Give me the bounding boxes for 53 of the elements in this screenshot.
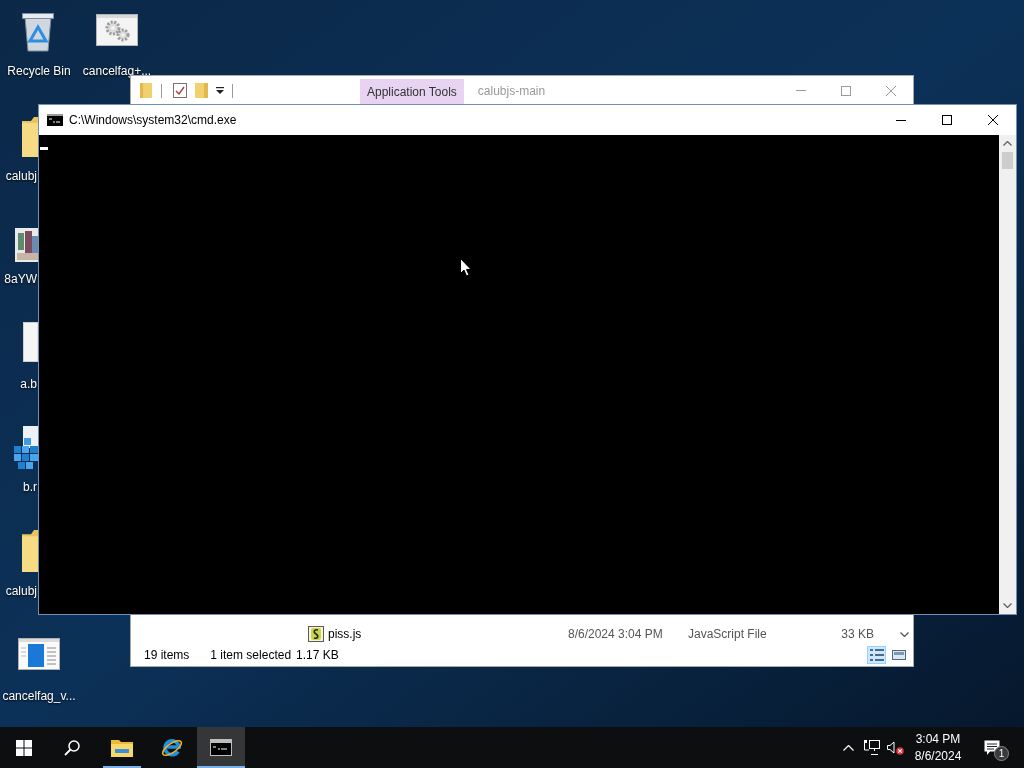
search-icon bbox=[64, 739, 80, 756]
scrollbar[interactable] bbox=[999, 135, 1016, 614]
date-modified: 8/6/2024 3:04 PM bbox=[568, 627, 663, 641]
file-type: JavaScript File bbox=[688, 627, 767, 641]
ribbon-tab[interactable]: Application Tools bbox=[360, 79, 464, 105]
close-icon bbox=[885, 85, 896, 96]
selection-size: 1.17 KB bbox=[296, 647, 339, 664]
window-title: C:\Windows\system32\cmd.exe bbox=[69, 112, 237, 129]
desktop-icon-label[interactable]: Recycle Bin bbox=[7, 64, 71, 78]
notification-badge: 1 bbox=[994, 746, 1009, 761]
volume-muted-icon bbox=[886, 740, 904, 755]
thumbnail-view-icon bbox=[890, 647, 907, 663]
gears-file-icon[interactable] bbox=[96, 14, 138, 46]
caret-icon[interactable] bbox=[216, 87, 224, 94]
clock-button[interactable]: 3:04 PM 8/6/2024 bbox=[906, 727, 970, 768]
maximize-icon bbox=[942, 115, 952, 125]
folder-icon[interactable] bbox=[22, 530, 38, 572]
details-view-icon bbox=[868, 647, 885, 663]
windows-logo-icon bbox=[16, 739, 32, 756]
desktop-icon-label[interactable]: calubj bbox=[5, 169, 37, 183]
close-icon bbox=[988, 115, 998, 125]
desktop-icon-label[interactable]: cancelfag+... bbox=[82, 64, 152, 78]
chevron-down-icon bbox=[1003, 603, 1012, 608]
chevron-down-icon bbox=[900, 631, 909, 637]
maximize-icon bbox=[840, 85, 851, 96]
item-count: 19 items bbox=[144, 647, 190, 664]
desktop-icon-label[interactable]: a.b bbox=[20, 377, 37, 391]
folder-icon[interactable] bbox=[22, 117, 38, 157]
window-title: calubjs-main bbox=[477, 82, 546, 100]
desktop-icon-label[interactable]: 8aYW bbox=[4, 272, 37, 286]
file-name[interactable]: piss.js bbox=[328, 627, 362, 641]
minimize-icon bbox=[795, 90, 806, 91]
terminal-icon[interactable] bbox=[47, 114, 63, 126]
mouse-pointer-icon bbox=[460, 258, 472, 277]
desktop-icon-label[interactable]: calubj bbox=[5, 584, 37, 598]
taskbar-button[interactable] bbox=[197, 727, 245, 768]
view-button[interactable] bbox=[867, 646, 886, 664]
scrollbar-thumb[interactable] bbox=[1002, 152, 1013, 169]
chevron-up-icon bbox=[1003, 141, 1012, 146]
script-file-icon bbox=[308, 626, 324, 642]
page-check-icon[interactable] bbox=[173, 83, 187, 98]
network-icon bbox=[864, 740, 880, 755]
image-file-icon[interactable] bbox=[15, 228, 38, 262]
folder-icon bbox=[110, 737, 134, 758]
document-file-icon[interactable] bbox=[18, 638, 60, 670]
file-size: 33 KB bbox=[841, 627, 874, 641]
desktop-icon-label[interactable]: cancelfag_v... bbox=[2, 689, 76, 703]
chevron-up-icon bbox=[842, 744, 854, 751]
cubes-icon[interactable] bbox=[14, 426, 38, 470]
minimize-icon bbox=[896, 119, 906, 121]
terminal-icon bbox=[210, 739, 232, 756]
selection-status: 1 item selected bbox=[210, 647, 292, 664]
desktop-icon-label[interactable]: b.r bbox=[23, 480, 37, 494]
